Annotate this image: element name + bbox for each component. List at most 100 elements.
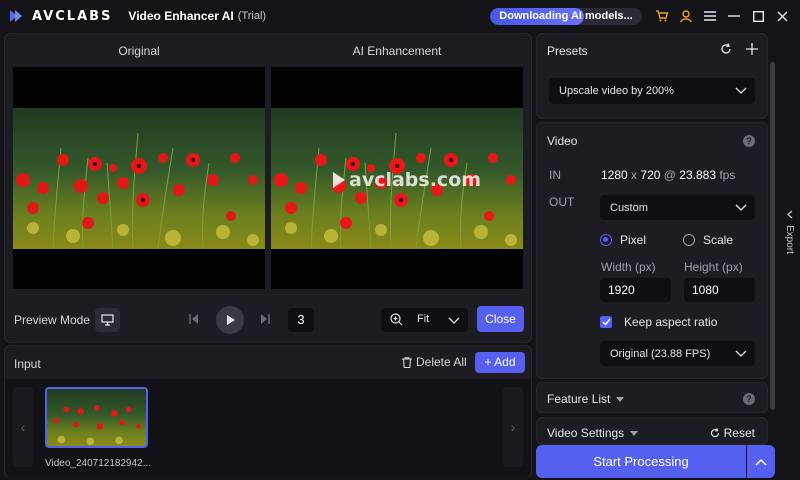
width-label: Width (px): [601, 260, 656, 274]
in-height: 720: [640, 168, 661, 182]
feature-list-label: Feature List: [547, 392, 611, 406]
maximize-icon[interactable]: [750, 8, 766, 24]
next-frame-icon[interactable]: [260, 314, 270, 324]
user-icon[interactable]: [678, 8, 694, 24]
video-help-icon[interactable]: ?: [743, 135, 755, 147]
video-settings-card[interactable]: Video Settings Reset: [536, 417, 768, 445]
reset-icon: [710, 428, 719, 438]
watermark: avclabs.com: [333, 169, 481, 191]
enhanced-label: AI Enhancement: [352, 44, 442, 58]
chevron-down-icon: [735, 87, 747, 94]
height-input[interactable]: 1080: [684, 278, 755, 302]
scroll-left-icon[interactable]: ‹: [13, 387, 33, 467]
feature-list-title: Feature List: [547, 392, 625, 406]
frame-rate-select[interactable]: Original (23.88 FPS): [600, 341, 755, 366]
output-resolution-value: Custom: [610, 202, 648, 214]
preview-mode-label: Preview Mode: [14, 313, 91, 327]
download-status: Downloading AI models...: [499, 10, 633, 22]
in-label: IN: [549, 168, 561, 182]
menu-icon[interactable]: [702, 8, 718, 24]
presets-title: Presets: [547, 44, 588, 58]
minimize-icon[interactable]: [726, 8, 742, 24]
pixel-radio[interactable]: [600, 234, 612, 246]
play-button[interactable]: [216, 306, 244, 334]
trash-icon: [402, 356, 412, 368]
scroll-right-icon[interactable]: ›: [503, 387, 523, 467]
video-card: Video ? IN 1280 x 720 @ 23.883 fps OUT C…: [536, 122, 768, 379]
chevron-down-icon: [735, 204, 747, 211]
close-preview-button[interactable]: Close: [477, 306, 524, 332]
reset-button[interactable]: Reset: [710, 426, 755, 440]
scale-label: Scale: [703, 233, 734, 247]
add-button[interactable]: + Add: [475, 352, 525, 373]
monitor-icon: [101, 314, 114, 326]
out-label: OUT: [549, 195, 575, 209]
reset-label: Reset: [723, 426, 755, 440]
height-label: Height (px): [684, 260, 743, 274]
logo-text: AVCLABS: [32, 8, 113, 24]
caret-down-icon: [630, 431, 639, 437]
watermark-text: avclabs.com: [349, 169, 482, 191]
in-fps: 23.883: [679, 168, 716, 182]
thumbnail-image: [47, 389, 146, 446]
add-preset-icon[interactable]: [746, 43, 758, 58]
prev-frame-icon[interactable]: [189, 314, 199, 324]
video-title: Video: [547, 134, 578, 148]
export-label: Export: [784, 225, 795, 254]
logo-mark-icon: [10, 10, 22, 22]
delete-all-button[interactable]: Delete All: [402, 355, 467, 369]
file-thumbnail[interactable]: [45, 387, 148, 448]
delete-all-label: Delete All: [416, 355, 467, 369]
poppy-field-image: [13, 108, 265, 249]
title-bar: AVCLABS Video Enhancer AI (Trial) Downlo…: [0, 0, 800, 32]
zoom-value: Fit: [417, 313, 430, 325]
frame-count[interactable]: 3: [288, 308, 314, 332]
cart-icon[interactable]: [654, 8, 670, 24]
video-settings-title: Video Settings: [547, 426, 639, 440]
edition-label: (Trial): [237, 10, 267, 22]
settings-scrollbar[interactable]: [770, 62, 775, 410]
preview-mode-button[interactable]: [95, 308, 120, 332]
app-logo: AVCLABS: [8, 8, 112, 24]
feature-list-card[interactable]: Feature List ?: [536, 382, 768, 413]
play-icon: [227, 315, 235, 325]
chevron-left-icon: [786, 210, 792, 219]
close-icon[interactable]: [774, 8, 790, 24]
export-tab[interactable]: Export: [779, 210, 800, 300]
zoom-in-icon: [390, 313, 403, 326]
preset-select[interactable]: Upscale video by 200%: [549, 78, 755, 104]
output-resolution-select[interactable]: Custom: [600, 195, 755, 220]
feature-help-icon[interactable]: ?: [743, 393, 755, 405]
fps-unit: fps: [719, 168, 736, 182]
file-name: Video_240712182942...: [45, 458, 152, 469]
video-settings-label: Video Settings: [547, 426, 625, 440]
input-file-list: ‹ Video_240712182942... ›: [5, 379, 531, 478]
download-progress[interactable]: Downloading AI models...: [490, 8, 642, 25]
scale-radio[interactable]: [683, 234, 695, 246]
chevron-up-icon: [755, 458, 767, 466]
width-input[interactable]: 1920: [600, 278, 671, 302]
start-processing-button[interactable]: Start Processing: [536, 445, 746, 478]
input-resolution: 1280 x 720 @ 23.883 fps: [601, 168, 735, 182]
keep-aspect-checkbox[interactable]: [600, 316, 612, 328]
frame-rate-value: Original (23.88 FPS): [610, 348, 711, 360]
in-at: @: [663, 168, 676, 182]
in-width: 1280: [601, 168, 628, 182]
start-options-button[interactable]: [747, 445, 775, 478]
app-title: Video Enhancer AI: [128, 9, 234, 23]
zoom-select[interactable]: Fit: [381, 308, 468, 332]
chevron-down-icon: [735, 350, 747, 357]
input-panel: Input Delete All + Add ‹ Video_240712182…: [4, 345, 532, 478]
refresh-icon[interactable]: [720, 43, 732, 58]
pixel-label: Pixel: [620, 233, 647, 247]
input-title: Input: [14, 357, 41, 371]
preset-value: Upscale video by 200%: [559, 85, 674, 97]
chevron-down-icon: [448, 317, 460, 324]
preview-controls: Preview Mode 3 Fit Close: [5, 306, 531, 334]
original-video[interactable]: [13, 67, 265, 289]
in-x: x: [631, 168, 638, 182]
enhanced-video[interactable]: avclabs.com: [271, 67, 523, 289]
check-icon: [601, 318, 611, 326]
presets-card: Presets Upscale video by 200%: [536, 33, 768, 119]
caret-down-icon: [616, 397, 625, 403]
